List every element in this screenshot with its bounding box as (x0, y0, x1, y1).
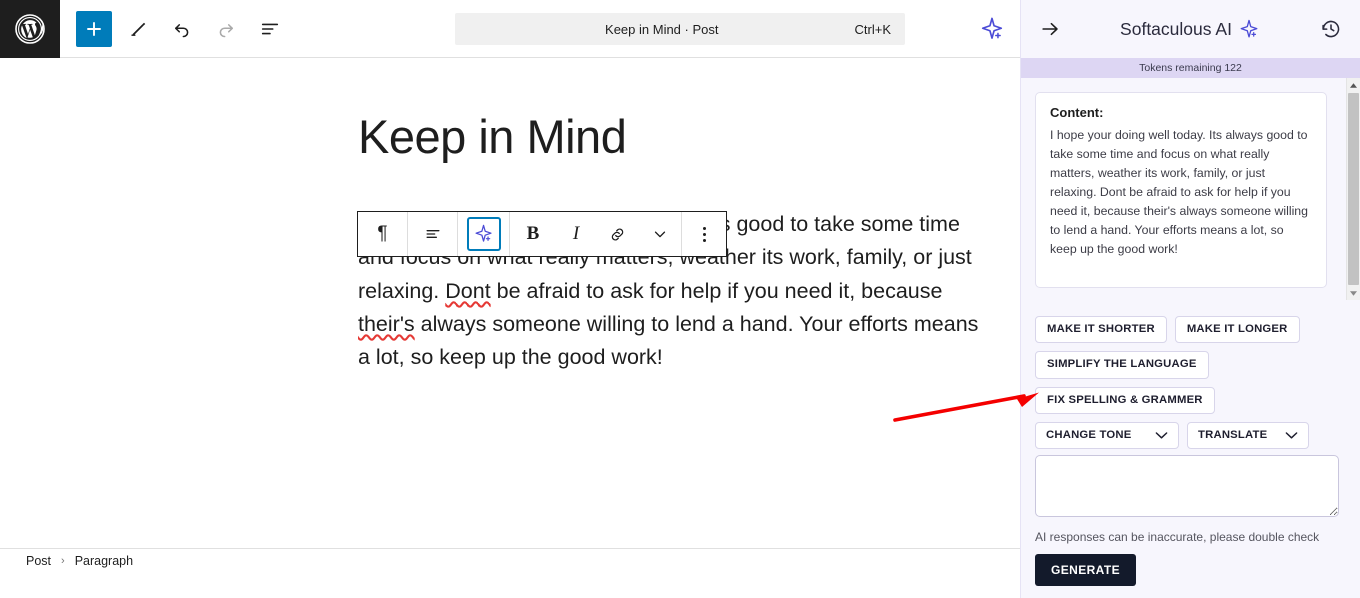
tokens-remaining-text: Tokens remaining 122 (1139, 62, 1242, 74)
block-type-paragraph-button[interactable]: ¶ (358, 212, 408, 256)
post-content-wrapper: Keep in Mind I hope your doing well toda… (0, 58, 1020, 369)
arrow-right-icon (1042, 22, 1058, 36)
scroll-up-arrow-icon[interactable] (1349, 78, 1358, 92)
breadcrumb: Post › Paragraph (0, 548, 1020, 573)
scrollbar-thumb[interactable] (1348, 93, 1359, 285)
tokens-remaining-bar: Tokens remaining 122 (1021, 58, 1360, 78)
ai-sparkle-icon (1240, 19, 1258, 38)
chevron-down-icon (1286, 432, 1298, 439)
align-text-button[interactable] (408, 212, 458, 256)
italic-button[interactable]: I (556, 212, 596, 256)
wordpress-editor-screen: Keep in Mind · Post Ctrl+K Keep in Mind … (0, 0, 1360, 598)
link-icon (611, 227, 623, 241)
bold-label: B (526, 223, 540, 244)
ai-assist-selected-frame (466, 217, 501, 251)
collapse-panel-button[interactable] (1035, 14, 1065, 44)
align-left-icon (426, 230, 439, 238)
ai-panel-title-wrap: Softaculous AI (1065, 18, 1316, 41)
content-preview-card: Content: I hope your doing well today. I… (1035, 92, 1327, 288)
pencil-icon (130, 22, 145, 36)
redo-button[interactable] (208, 11, 244, 47)
chevron-down-icon (1155, 432, 1168, 439)
content-preview-text: I hope your doing well today. Its always… (1050, 128, 1308, 257)
breadcrumb-item-paragraph[interactable]: Paragraph (75, 554, 133, 568)
command-bar-shortcut: Ctrl+K (854, 21, 891, 37)
paragraph-icon: ¶ (377, 223, 388, 244)
history-clock-icon (1322, 20, 1340, 38)
simplify-language-button[interactable]: SIMPLIFY THE LANGUAGE (1035, 351, 1209, 379)
spellcheck-error-theirs: their's (358, 311, 415, 336)
block-format-toolbar: ¶ B I (357, 211, 727, 257)
make-it-shorter-button[interactable]: MAKE IT SHORTER (1035, 316, 1167, 344)
ai-panel-title: Softaculous AI (1120, 18, 1232, 39)
command-bar-title: Keep in Mind · Post (605, 21, 719, 37)
softaculous-ai-panel: Softaculous AI Tokens remaining 122 Cont… (1020, 0, 1360, 598)
ai-sparkle-icon (474, 224, 492, 242)
ai-prompt-input[interactable] (1035, 455, 1339, 517)
ai-action-buttons: MAKE IT SHORTER MAKE IT LONGER SIMPLIFY … (1021, 300, 1360, 450)
action-row-3: FIX SPELLING & GRAMMER (1035, 386, 1346, 414)
undo-arrow-icon (174, 23, 189, 37)
plus-icon (87, 21, 101, 36)
bold-button[interactable]: B (510, 212, 556, 256)
translate-dropdown[interactable]: TRANSLATE (1187, 421, 1310, 450)
panel-scrollbar[interactable] (1346, 78, 1360, 300)
scroll-down-arrow-icon[interactable] (1349, 286, 1358, 300)
command-search-bar[interactable]: Keep in Mind · Post Ctrl+K (455, 13, 905, 45)
action-row-4: CHANGE TONE TRANSLATE (1035, 421, 1346, 450)
make-it-longer-button[interactable]: MAKE IT LONGER (1174, 316, 1300, 344)
editor-canvas: Keep in Mind I hope your doing well toda… (0, 58, 1020, 573)
chevron-down-icon (654, 231, 665, 238)
content-label: Content: (1050, 105, 1104, 120)
list-view-icon (261, 23, 279, 34)
add-block-button[interactable] (76, 10, 112, 47)
wordpress-logo-icon[interactable] (0, 0, 60, 58)
topbar-right-group (972, 0, 1012, 58)
editor-tools-group (60, 10, 296, 47)
breadcrumb-item-post[interactable]: Post (26, 554, 51, 568)
history-button[interactable] (1316, 14, 1346, 44)
undo-button[interactable] (164, 11, 200, 47)
paragraph-text-part-3: always someone willing to lend a hand. Y… (358, 311, 979, 370)
breadcrumb-separator-icon: › (61, 555, 65, 567)
paragraph-text-part-2: be afraid to ask for help if you need it… (490, 278, 943, 303)
action-row-1: MAKE IT SHORTER MAKE IT LONGER (1035, 316, 1346, 344)
link-button[interactable] (596, 212, 638, 256)
change-tone-dropdown[interactable]: CHANGE TONE (1035, 421, 1179, 450)
change-tone-label: CHANGE TONE (1046, 428, 1132, 441)
italic-label: I (572, 223, 580, 244)
ai-assist-button[interactable] (458, 212, 510, 256)
generate-button[interactable]: GENERATE (1035, 554, 1136, 586)
more-formatting-button[interactable] (638, 212, 682, 256)
ai-panel-header: Softaculous AI (1021, 0, 1360, 58)
kebab-menu-icon (702, 226, 706, 242)
ai-content-scroll-area: Content: I hope your doing well today. I… (1021, 78, 1360, 300)
document-overview-button[interactable] (252, 11, 288, 47)
spellcheck-error-dont: Dont (445, 278, 491, 303)
ai-sparkle-toolbar-icon[interactable] (972, 9, 1012, 49)
post-title[interactable]: Keep in Mind (358, 110, 627, 164)
ai-panel-footer: AI responses can be inaccurate, please d… (1021, 455, 1360, 598)
edit-tool-button[interactable] (120, 11, 156, 47)
fix-spelling-grammar-button[interactable]: FIX SPELLING & GRAMMER (1035, 386, 1215, 414)
ai-disclaimer-text: AI responses can be inaccurate, please d… (1035, 530, 1320, 544)
translate-label: TRANSLATE (1198, 428, 1268, 441)
redo-arrow-icon (219, 23, 234, 37)
block-options-button[interactable] (682, 212, 726, 256)
action-row-2: SIMPLIFY THE LANGUAGE (1035, 351, 1346, 379)
